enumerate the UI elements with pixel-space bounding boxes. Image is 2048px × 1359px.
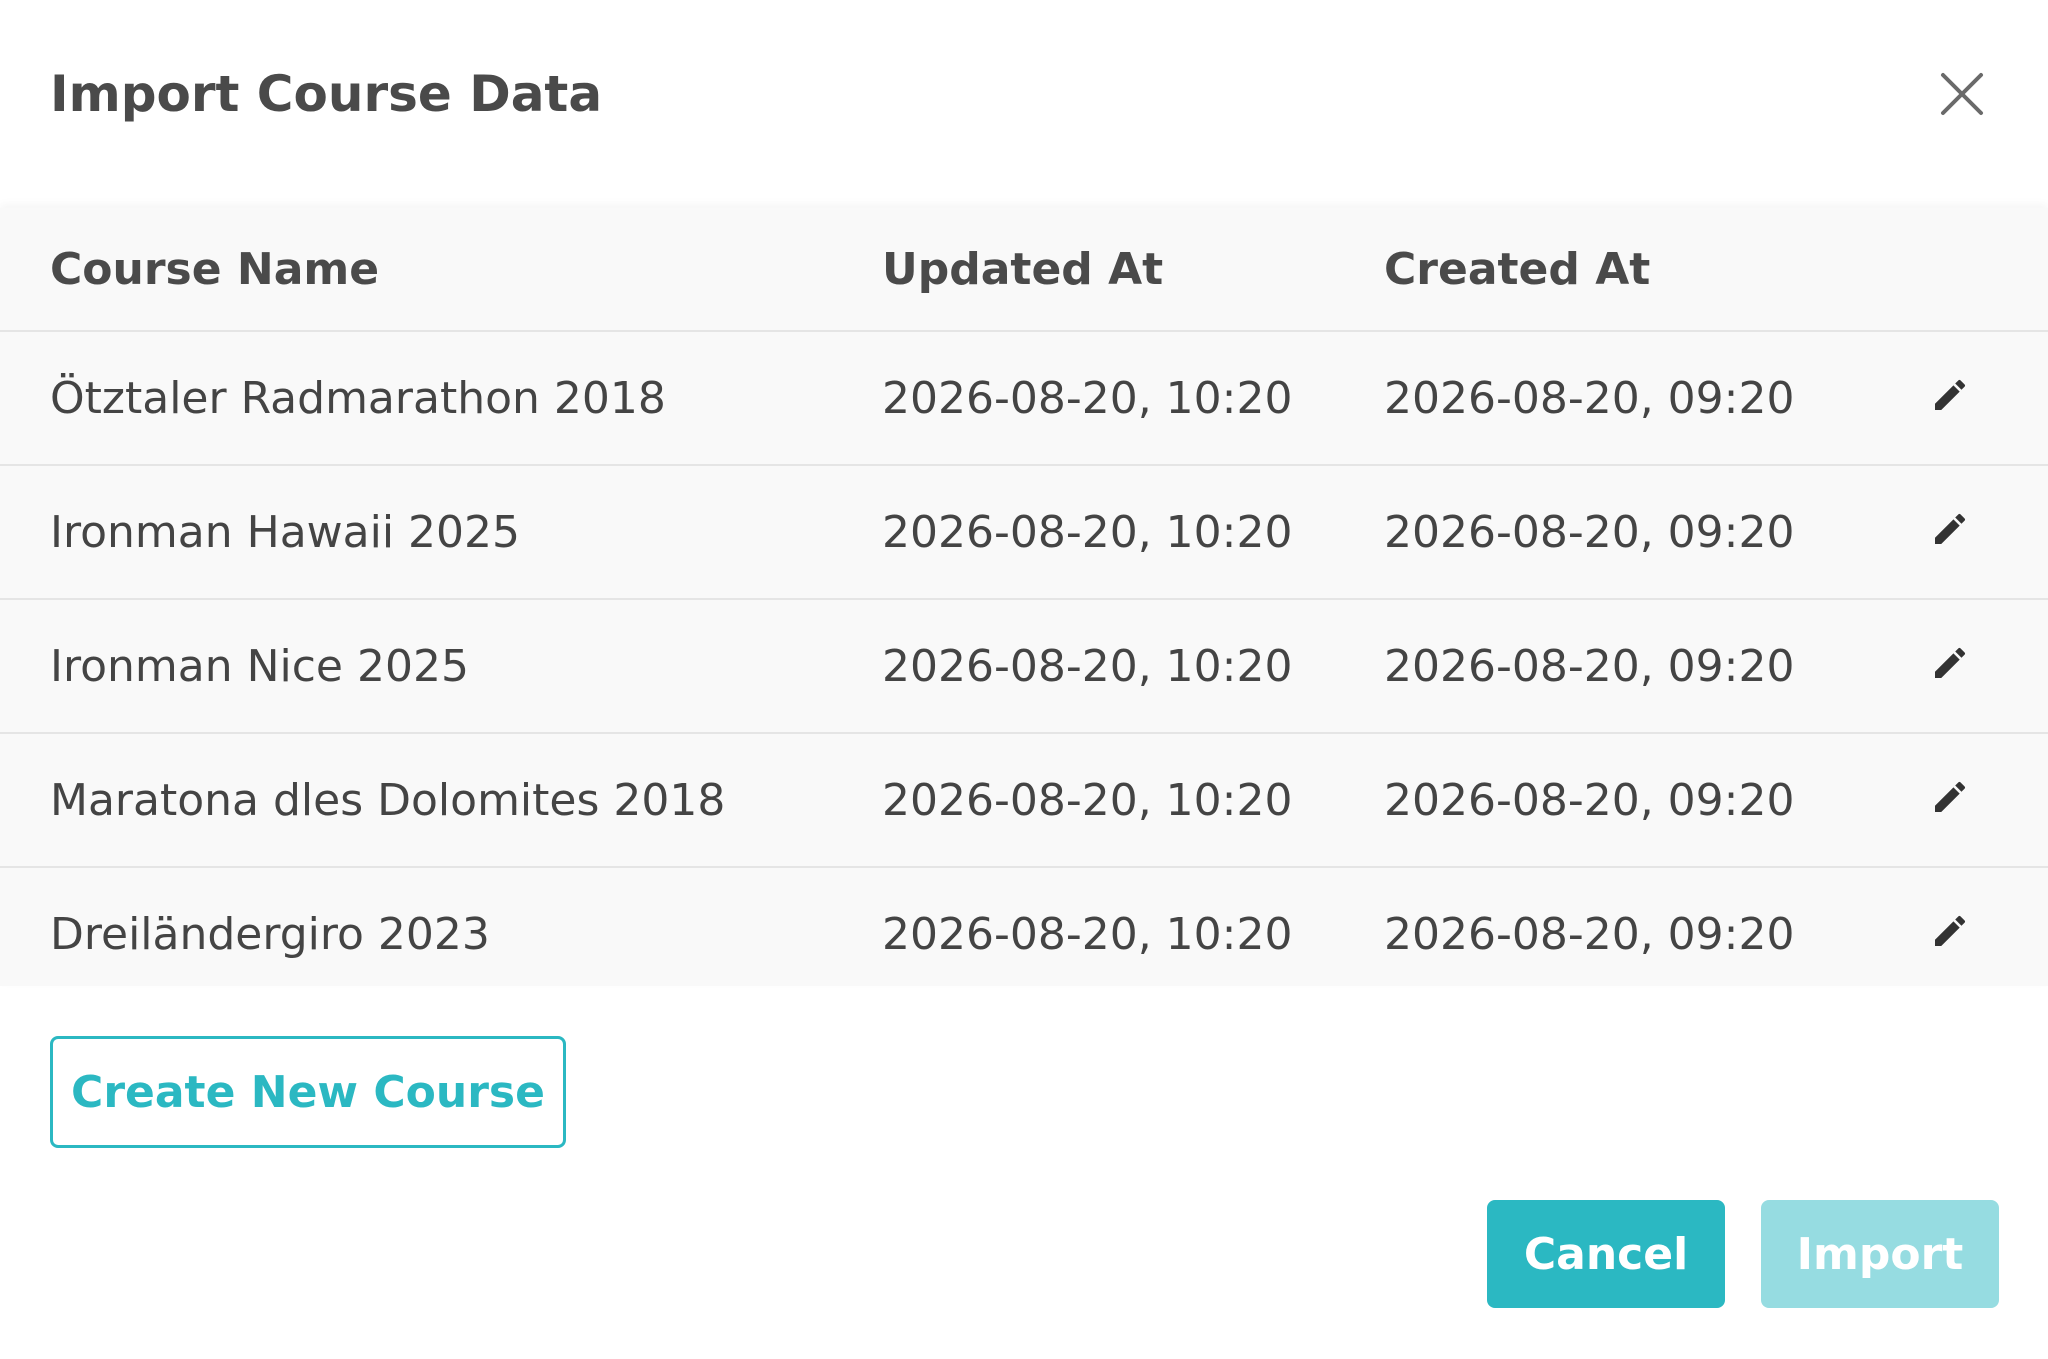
table-header-row: Course Name Updated At Created At (0, 208, 2048, 332)
course-name-cell: Ötztaler Radmarathon 2018 (0, 331, 882, 466)
edit-course-button[interactable] (1926, 639, 1974, 687)
pencil-icon (1935, 647, 1966, 678)
table-row[interactable]: Ironman Nice 2025 2026-08-20, 10:20 2026… (0, 599, 2048, 734)
updated-at-cell: 2026-08-20, 10:20 (882, 465, 1384, 600)
import-button[interactable]: Import (1761, 1200, 1999, 1308)
table-row[interactable]: Dreiländergiro 2023 2026-08-20, 10:20 20… (0, 867, 2048, 986)
created-at-cell: 2026-08-20, 09:20 (1384, 733, 1926, 868)
column-header-updated-at[interactable]: Updated At (882, 208, 1384, 332)
table-row[interactable]: Ironman Hawaii 2025 2026-08-20, 10:20 20… (0, 465, 2048, 600)
created-at-cell: 2026-08-20, 09:20 (1384, 465, 1926, 600)
column-header-created-at[interactable]: Created At (1384, 208, 1926, 332)
course-name-cell: Ironman Nice 2025 (0, 599, 882, 734)
edit-course-button[interactable] (1926, 371, 1974, 419)
updated-at-cell: 2026-08-20, 10:20 (882, 599, 1384, 734)
column-header-actions (1926, 208, 2048, 332)
pencil-icon (1935, 781, 1966, 812)
pencil-icon (1935, 513, 1966, 544)
updated-at-cell: 2026-08-20, 10:20 (882, 331, 1384, 466)
close-icon (1941, 73, 1983, 115)
row-actions-cell (1926, 733, 2048, 868)
created-at-cell: 2026-08-20, 09:20 (1384, 331, 1926, 466)
cancel-button[interactable]: Cancel (1487, 1200, 1725, 1308)
row-actions-cell (1926, 867, 2048, 986)
course-name-cell: Maratona dles Dolomites 2018 (0, 733, 882, 868)
course-name-cell: Dreiländergiro 2023 (50, 908, 490, 960)
row-actions-cell (1926, 331, 2048, 466)
edit-course-button[interactable] (1926, 505, 1974, 553)
create-new-course-button[interactable]: Create New Course (50, 1036, 566, 1148)
course-table: Course Name Updated At Created At Ötztal… (0, 208, 2048, 986)
import-course-dialog: Import Course Data Course Name Updated A… (0, 0, 2048, 1359)
close-button[interactable] (1932, 64, 1992, 124)
dialog-header: Import Course Data (0, 0, 2048, 190)
pencil-icon (1935, 915, 1966, 946)
column-header-course-name[interactable]: Course Name (0, 208, 882, 332)
row-actions-cell (1926, 465, 2048, 600)
created-at-cell: 2026-08-20, 09:20 (1384, 908, 1795, 960)
table-row[interactable]: Maratona dles Dolomites 2018 2026-08-20,… (0, 733, 2048, 868)
edit-course-button[interactable] (1926, 773, 1974, 821)
pencil-icon (1935, 379, 1966, 410)
created-at-cell: 2026-08-20, 09:20 (1384, 599, 1926, 734)
course-table-container: Course Name Updated At Created At Ötztal… (0, 208, 2048, 986)
dialog-title: Import Course Data (50, 65, 603, 123)
row-actions-cell (1926, 599, 2048, 734)
edit-course-button[interactable] (1926, 907, 1974, 955)
table-row[interactable]: Ötztaler Radmarathon 2018 2026-08-20, 10… (0, 331, 2048, 466)
updated-at-cell: 2026-08-20, 10:20 (882, 733, 1384, 868)
course-name-cell: Ironman Hawaii 2025 (0, 465, 882, 600)
updated-at-cell: 2026-08-20, 10:20 (882, 908, 1293, 960)
